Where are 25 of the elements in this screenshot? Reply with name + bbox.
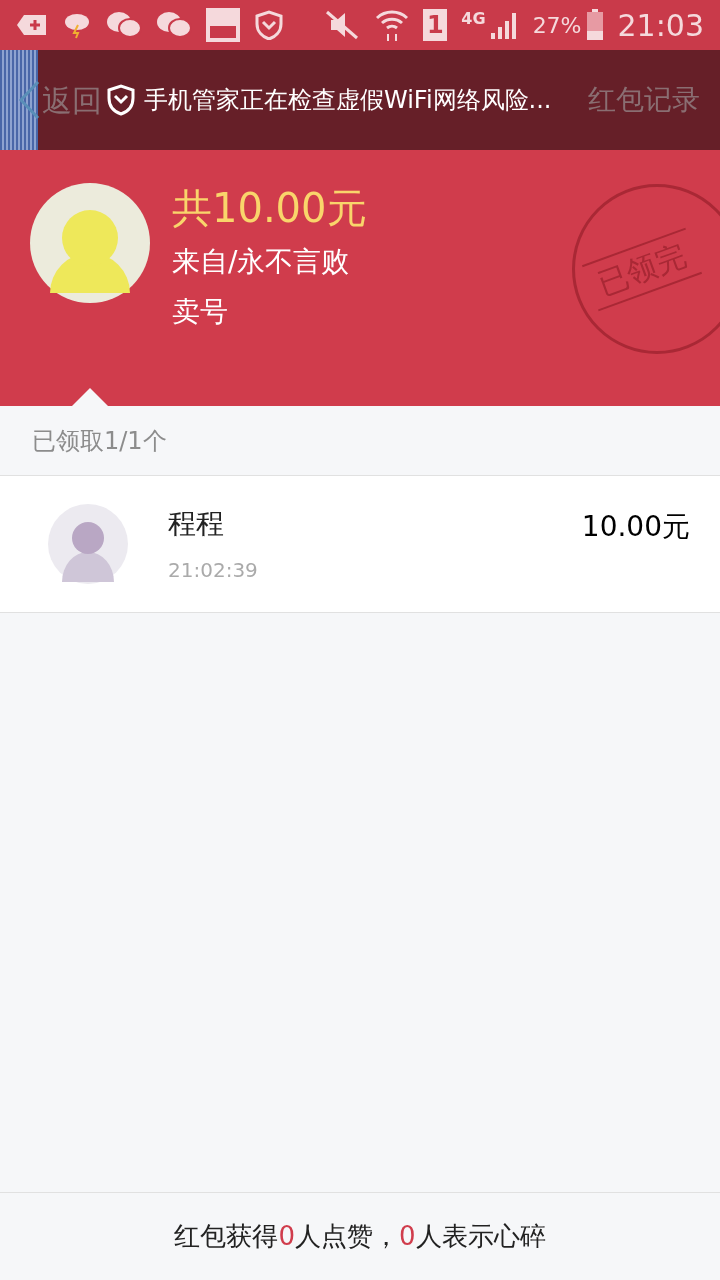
claimed-count: 已领取1/1个	[32, 425, 167, 457]
chat-icon	[106, 11, 142, 39]
battery-icon	[585, 9, 604, 41]
sim-badge: 1	[423, 9, 448, 41]
battery-percent: 27%	[532, 11, 582, 40]
weather-icon	[62, 11, 92, 39]
notification-icon	[16, 13, 48, 37]
notification-text: 手机管家正在检查虚假WiFi网络风险...	[144, 85, 552, 116]
video-app-icon	[206, 8, 240, 42]
back-button[interactable]: 返回	[18, 77, 102, 123]
shield-icon	[254, 10, 284, 40]
total-amount: 共10.00元	[172, 184, 367, 233]
received-amount: 10.00元	[581, 509, 690, 545]
sender-name: 来自/永不言败	[172, 244, 351, 280]
packet-message: 卖号	[172, 294, 229, 330]
reaction-summary: 红包获得0人点赞，0人表示心碎	[174, 1220, 546, 1253]
receiver-name: 程程	[168, 506, 225, 542]
records-link[interactable]: 红包记录	[588, 79, 720, 121]
wifi-icon	[375, 8, 410, 42]
chat-icon	[156, 11, 192, 39]
receive-time: 21:02:39	[168, 557, 259, 584]
network-type: 4G	[461, 8, 486, 30]
clock: 21:03	[617, 6, 704, 45]
shield-icon	[106, 84, 136, 116]
signal-icon	[488, 11, 519, 39]
